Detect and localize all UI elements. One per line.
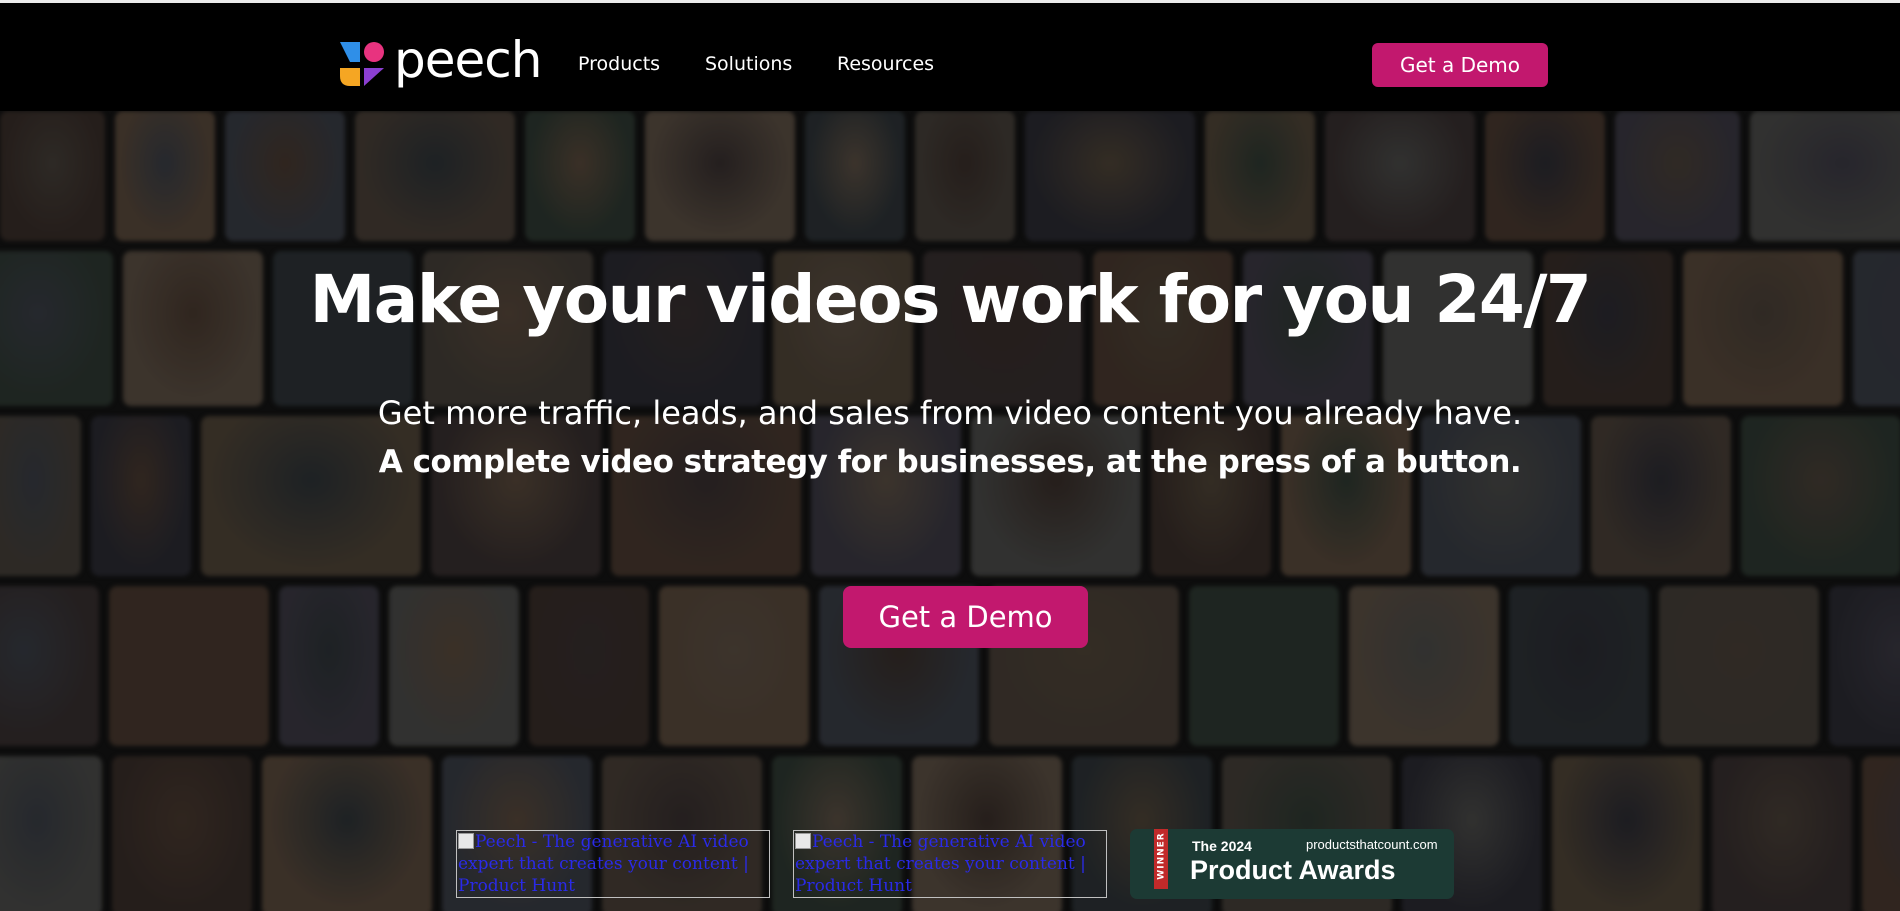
badge-alt-text: Peech - The generative AI video expert t… [795,832,1086,896]
product-hunt-badge[interactable]: Peech - The generative AI video expert t… [456,830,770,898]
nav-get-demo-button[interactable]: Get a Demo [1372,43,1548,87]
logo[interactable]: peech [338,35,542,88]
award-year: The 2024 [1192,838,1252,854]
winner-ribbon-text: WINNER [1156,832,1167,880]
winner-ribbon: WINNER [1154,829,1168,889]
broken-image-icon [795,833,811,849]
product-hunt-badge[interactable]: Peech - The generative AI video expert t… [793,830,1107,898]
award-site: productsthatcount.com [1306,837,1438,852]
hero-section: Make your videos work for you 24/7 Get m… [0,111,1900,911]
hero-title: Make your videos work for you 24/7 [309,261,1592,338]
nav-item-solutions[interactable]: Solutions [705,53,792,75]
hero-subtitle-bold: A complete video strategy for businesses… [378,444,1522,480]
navbar: peech Products Solutions Resources Get a… [0,3,1900,111]
award-title: Product Awards [1190,855,1396,885]
broken-image-icon [458,833,474,849]
nav-item-resources[interactable]: Resources [837,53,934,75]
nav-item-products[interactable]: Products [578,53,660,75]
logo-text: peech [394,31,542,89]
hero-overlay [0,111,1900,911]
hero-subtitle: Get more traffic, leads, and sales from … [377,394,1523,432]
peech-logo-icon [340,42,384,86]
hero-get-demo-button[interactable]: Get a Demo [843,586,1088,648]
badge-alt-text: Peech - The generative AI video expert t… [458,832,749,896]
product-awards-badge[interactable]: WINNER The 2024 productsthatcount.com Pr… [1130,829,1454,899]
